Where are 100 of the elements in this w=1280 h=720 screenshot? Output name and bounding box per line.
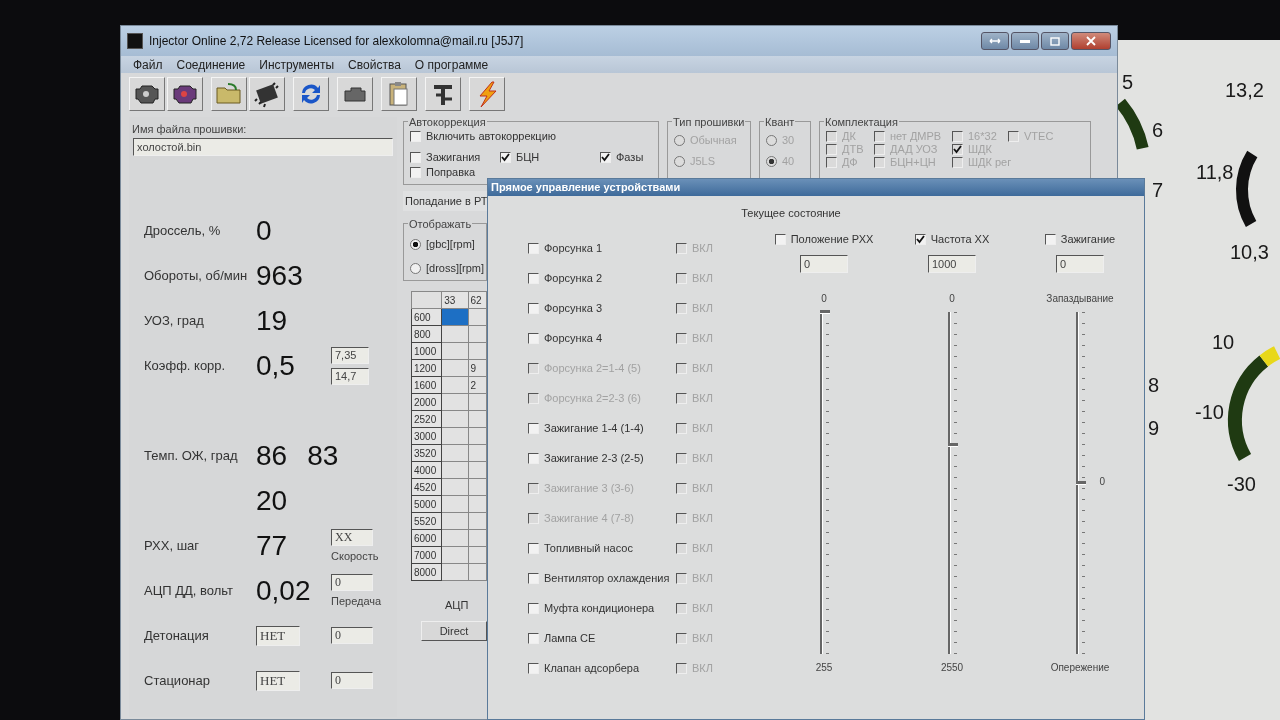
checkbox[interactable] bbox=[676, 542, 687, 554]
checkbox[interactable] bbox=[774, 233, 786, 245]
radio-button[interactable] bbox=[410, 238, 421, 250]
input-field[interactable]: 0 bbox=[1056, 255, 1104, 273]
checkbox[interactable] bbox=[676, 662, 687, 674]
checkbox[interactable] bbox=[528, 632, 539, 644]
checkbox-label: Клапан адсорбера bbox=[544, 662, 640, 674]
reading-value: 0 bbox=[256, 214, 272, 247]
radio-label: 30 bbox=[782, 134, 795, 146]
reading-label: АЦП ДД, вольт bbox=[143, 583, 235, 598]
checkbox-label: Зажигание 3 (3-6) bbox=[544, 482, 634, 494]
reading-value: 963 bbox=[256, 259, 303, 292]
checkbox[interactable] bbox=[676, 422, 687, 434]
group-title: Отображать bbox=[408, 218, 473, 230]
checkbox[interactable] bbox=[676, 632, 687, 644]
gauge-scale-label: 10,3 bbox=[1230, 240, 1269, 264]
toolbar-button[interactable] bbox=[337, 77, 373, 111]
vertical-slider[interactable] bbox=[819, 312, 829, 654]
checkbox-label: ДК bbox=[842, 130, 856, 142]
status-field[interactable]: НЕТ bbox=[256, 670, 300, 691]
menu-item[interactable]: Свойства bbox=[348, 57, 401, 72]
file-name-field[interactable]: холостой.bin bbox=[133, 138, 393, 156]
toolbar-button[interactable] bbox=[129, 77, 165, 111]
slider-thumb[interactable] bbox=[1075, 481, 1086, 485]
gauge-scale-label: 5 bbox=[1122, 70, 1134, 94]
checkbox[interactable] bbox=[528, 572, 539, 584]
menu-item[interactable]: О программе bbox=[414, 57, 489, 72]
radio-label: 40 bbox=[782, 155, 795, 167]
checkbox[interactable] bbox=[528, 272, 539, 284]
checkbox[interactable] bbox=[528, 332, 539, 344]
menu-item[interactable]: Инструменты bbox=[259, 57, 335, 72]
checkbox-label: БЦН bbox=[516, 151, 540, 163]
menu-item[interactable]: Файл bbox=[133, 57, 163, 72]
direct-button[interactable]: Direct bbox=[421, 621, 487, 641]
slider-label: Опережение bbox=[1050, 662, 1110, 673]
checkbox[interactable] bbox=[676, 272, 687, 284]
input-field[interactable]: 0 bbox=[331, 574, 373, 591]
menu-item[interactable]: Соединение bbox=[176, 57, 246, 72]
checkbox-label: ВКЛ bbox=[692, 542, 713, 554]
panel-tab[interactable]: Попадание в РТ bbox=[403, 191, 489, 211]
checkbox-label: Зажигание 2-3 (2-5) bbox=[544, 452, 644, 464]
checkbox[interactable] bbox=[528, 542, 539, 554]
slider-label: 2550 bbox=[940, 662, 964, 673]
input-field[interactable]: 0 bbox=[800, 255, 848, 273]
checkbox-label: ВКЛ bbox=[692, 482, 713, 494]
checkbox[interactable] bbox=[528, 422, 539, 434]
checkbox[interactable] bbox=[600, 151, 611, 163]
checkbox[interactable] bbox=[914, 233, 926, 245]
maximize-button[interactable] bbox=[1041, 32, 1069, 50]
checkbox-label: Зажигание 1-4 (1-4) bbox=[544, 422, 644, 434]
close-button[interactable] bbox=[1071, 32, 1111, 50]
input-field[interactable]: XX bbox=[331, 529, 373, 546]
gauge-scale-label: -30 bbox=[1227, 472, 1256, 496]
status-field[interactable]: НЕТ bbox=[256, 625, 300, 646]
checkbox-label: Фазы bbox=[616, 151, 644, 163]
toolbar-button[interactable] bbox=[293, 77, 329, 111]
input-field[interactable]: 0 bbox=[331, 627, 373, 644]
checkbox-label: ДАД УОЗ bbox=[890, 143, 938, 155]
vertical-slider[interactable] bbox=[947, 312, 957, 654]
minimize-button[interactable] bbox=[1011, 32, 1039, 50]
input-field[interactable]: 1000 bbox=[928, 255, 976, 273]
checkbox[interactable] bbox=[528, 602, 539, 614]
checkbox[interactable] bbox=[528, 242, 539, 254]
checkbox[interactable] bbox=[676, 452, 687, 464]
checkbox-label: ВКЛ bbox=[692, 422, 713, 434]
input-field[interactable]: 14,7 bbox=[331, 367, 369, 385]
checkbox-label: ДФ bbox=[842, 156, 858, 168]
checkbox-label: Лампа CE bbox=[544, 632, 596, 644]
window-title: Injector Online 2,72 Release Licensed for alexkolomna@mail.ru [J5J7] bbox=[149, 34, 525, 48]
slider-thumb[interactable] bbox=[947, 443, 958, 448]
gauge-scale-label: 10 bbox=[1212, 330, 1235, 354]
input-field[interactable]: 7,35 bbox=[331, 346, 369, 364]
toolbar-button[interactable] bbox=[167, 77, 203, 111]
checkbox[interactable] bbox=[500, 151, 511, 163]
checkbox-label: Топливный насос bbox=[544, 542, 633, 554]
radio-button[interactable] bbox=[410, 262, 421, 274]
checkbox-label: Положение РХХ bbox=[790, 233, 874, 245]
checkbox[interactable] bbox=[528, 302, 539, 314]
maximize-icon bbox=[1047, 36, 1063, 46]
toolbar-button[interactable] bbox=[249, 77, 285, 111]
checkbox[interactable] bbox=[528, 452, 539, 464]
slider-value: 0 bbox=[1099, 476, 1106, 487]
checkbox[interactable] bbox=[676, 242, 687, 254]
checkbox[interactable] bbox=[676, 302, 687, 314]
restore-button[interactable] bbox=[981, 32, 1009, 50]
checkbox[interactable] bbox=[676, 332, 687, 344]
checkbox[interactable] bbox=[528, 662, 539, 674]
checkbox[interactable] bbox=[1044, 233, 1056, 245]
checkbox[interactable] bbox=[676, 602, 687, 614]
checkbox[interactable] bbox=[410, 130, 421, 142]
checkbox[interactable] bbox=[410, 151, 421, 163]
checkbox-label: ВКЛ bbox=[692, 242, 713, 254]
checkbox[interactable] bbox=[676, 572, 687, 584]
slider-thumb[interactable] bbox=[819, 310, 830, 314]
reading-value: 0,5 bbox=[256, 349, 295, 382]
checkbox[interactable] bbox=[410, 166, 421, 178]
input-field[interactable]: 0 bbox=[331, 672, 373, 689]
checkbox-label: Форсунка 2 bbox=[544, 272, 603, 284]
checkbox-label: ВКЛ bbox=[692, 452, 713, 464]
toolbar-button[interactable] bbox=[425, 77, 461, 111]
